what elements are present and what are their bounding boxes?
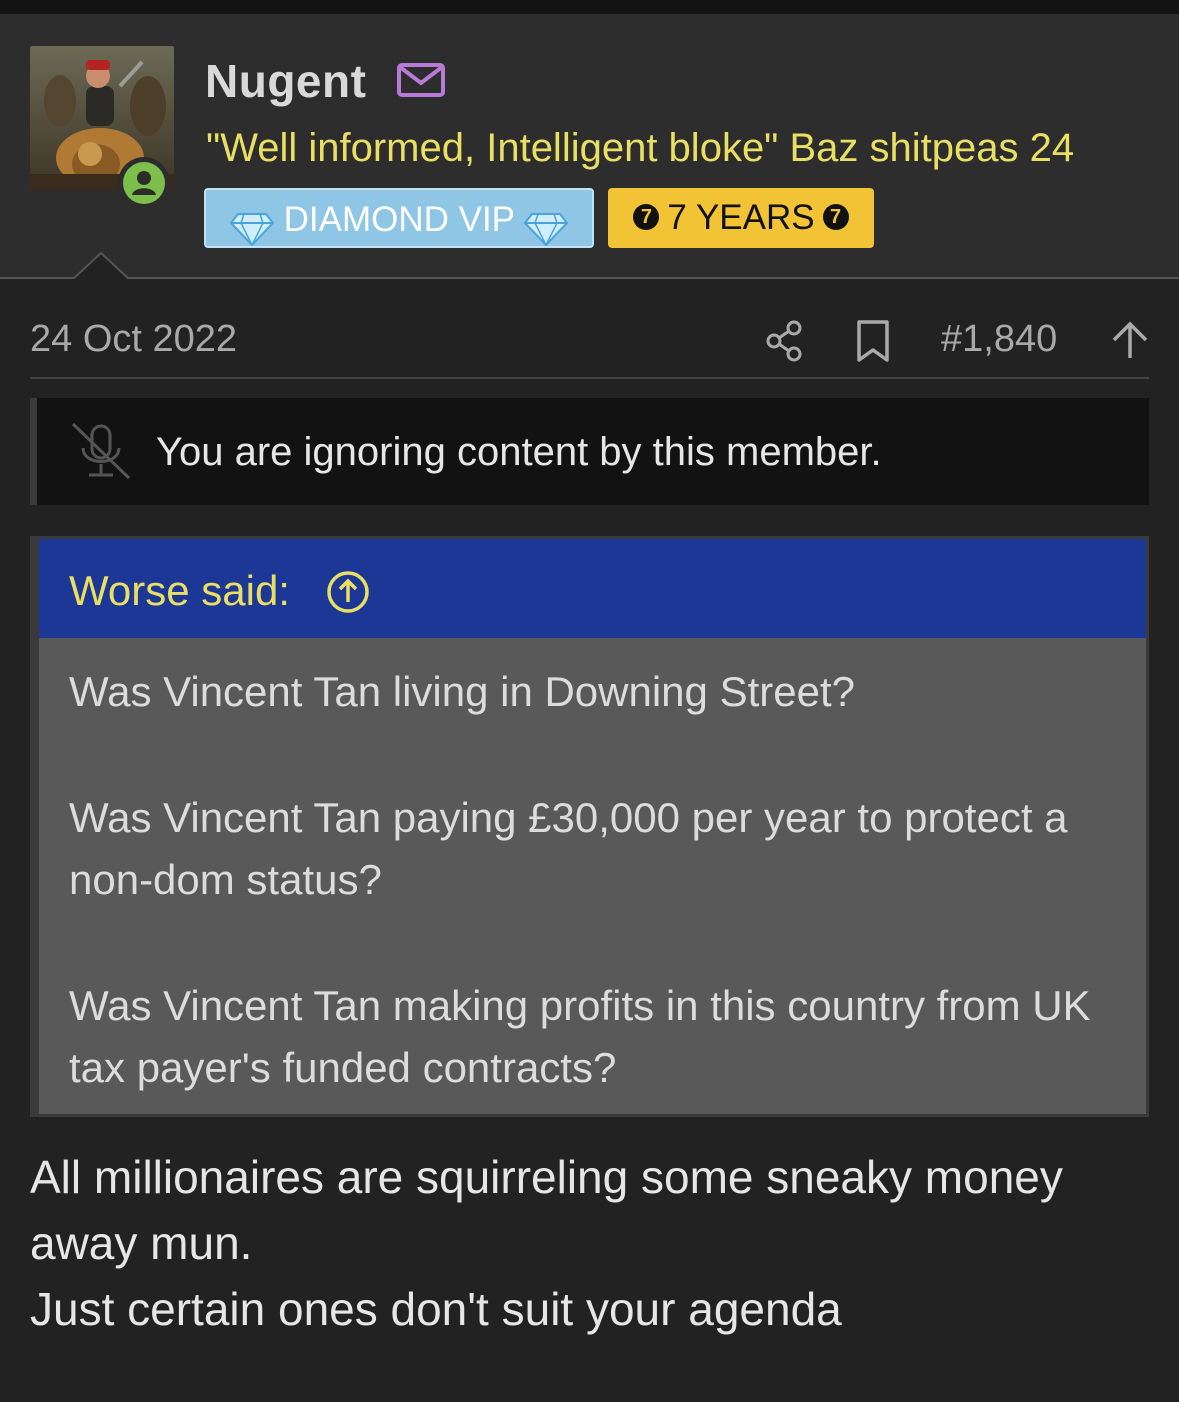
- header-pointer: [72, 251, 130, 280]
- share-icon[interactable]: [764, 318, 806, 364]
- quote-paragraph: Was Vincent Tan paying £30,000 per year …: [69, 794, 1068, 903]
- seven-circle-icon: 7: [822, 203, 849, 230]
- years-badge: 7 7 YEARS 7: [608, 188, 874, 248]
- post-number-link[interactable]: #1,840: [941, 318, 1057, 361]
- years-badge-label: 7 YEARS: [667, 198, 815, 237]
- ignored-message: You are ignoring content by this member.: [156, 430, 882, 474]
- envelope-icon[interactable]: [396, 60, 448, 100]
- reply-line: Just certain ones don't suit your agenda: [30, 1283, 842, 1335]
- ignored-content-notice[interactable]: You are ignoring content by this member.: [30, 398, 1149, 505]
- post-meta-divider: [30, 377, 1149, 379]
- quote-header[interactable]: Worse said:: [39, 539, 1146, 638]
- seven-circle-icon: 7: [633, 203, 660, 230]
- username[interactable]: Nugent: [205, 54, 366, 108]
- user-title: "Well informed, Intelligent bloke" Baz s…: [206, 126, 1075, 170]
- quote-block: Worse said: Was Vincent Tan living in Do…: [30, 536, 1149, 1117]
- online-status-icon: [118, 157, 170, 209]
- header-divider: [0, 277, 1179, 279]
- diamond-icon: [523, 205, 569, 247]
- quote-body: Was Vincent Tan living in Downing Street…: [69, 661, 1129, 1099]
- diamond-icon: [229, 205, 275, 247]
- diamond-vip-badge: DIAMOND VIP: [204, 188, 594, 248]
- vip-badge-label: DIAMOND VIP: [283, 200, 515, 239]
- bookmark-icon[interactable]: [854, 318, 892, 364]
- post-body: All millionaires are squirreling some sn…: [30, 1144, 1149, 1342]
- arrow-up-icon[interactable]: [1108, 318, 1152, 364]
- quote-paragraph: Was Vincent Tan making profits in this c…: [69, 982, 1091, 1091]
- quote-author[interactable]: Worse said:: [69, 567, 290, 615]
- reply-line: All millionaires are squirreling some sn…: [30, 1151, 1063, 1269]
- quote-paragraph: Was Vincent Tan living in Downing Street…: [69, 668, 855, 715]
- circle-arrow-up-icon[interactable]: [325, 569, 371, 615]
- muted-microphone-icon: [67, 420, 135, 482]
- post-date[interactable]: 24 Oct 2022: [30, 318, 237, 361]
- top-bar: [0, 0, 1179, 14]
